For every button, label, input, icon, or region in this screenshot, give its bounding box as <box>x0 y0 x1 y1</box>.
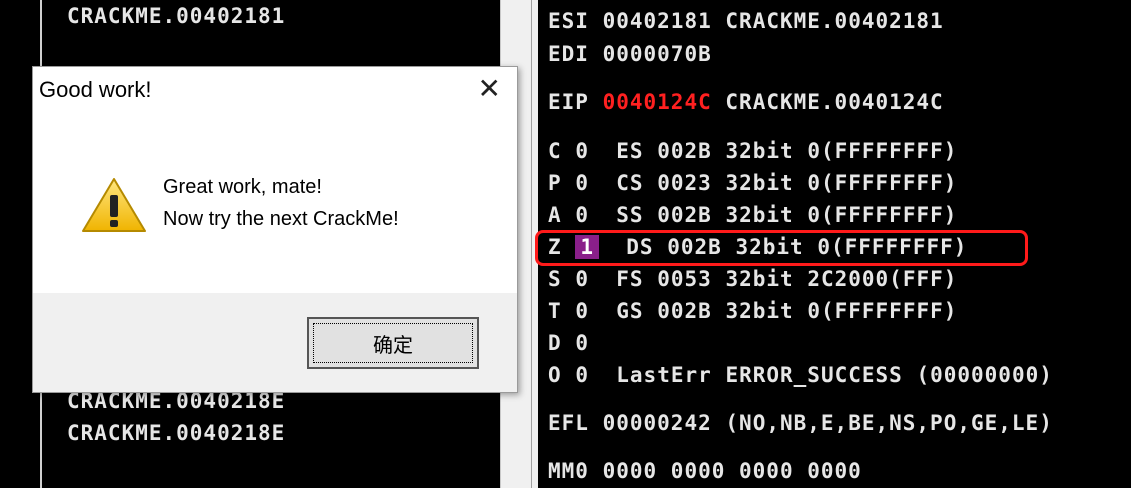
ok-button[interactable]: 确定 <box>307 317 479 369</box>
stack-line: CRACKME.00402181 <box>67 4 286 28</box>
dialog-title: Good work! <box>39 77 152 102</box>
flag-row-a: A 0 SS 002B 32bit 0(FFFFFFFF) <box>548 203 958 227</box>
zero-flag-highlight <box>535 230 1028 266</box>
dialog-message-line1: Great work, mate! <box>163 176 322 198</box>
flag-row-s: S 0 FS 0053 32bit 2C2000(FFF) <box>548 267 958 291</box>
flag-row-t: T 0 GS 002B 32bit 0(FFFFFFFF) <box>548 299 958 323</box>
flag-row-p: P 0 CS 0023 32bit 0(FFFFFFFF) <box>548 171 958 195</box>
stack-line: CRACKME.0040218E <box>67 421 286 445</box>
register-mm0: MM0 0000 0000 0000 0000 <box>548 459 862 483</box>
close-icon[interactable]: ✕ <box>478 75 501 103</box>
flag-row-d: D 0 <box>548 331 589 355</box>
eip-value: 0040124C <box>602 90 712 114</box>
flag-row-o: O 0 LastErr ERROR_SUCCESS (00000000) <box>548 363 1053 387</box>
register-efl: EFL 00000242 (NO,NB,E,BE,NS,PO,GE,LE) <box>548 411 1053 435</box>
flag-row-c: C 0 ES 002B 32bit 0(FFFFFFFF) <box>548 139 958 163</box>
dialog-message-line2: Now try the next CrackMe! <box>163 208 399 230</box>
register-esi: ESI 00402181 CRACKME.00402181 <box>548 9 944 33</box>
register-edi: EDI 0000070B <box>548 42 712 66</box>
register-eip: EIP 0040124C CRACKME.0040124C <box>548 90 944 114</box>
warning-icon <box>82 178 146 232</box>
message-dialog: Good work! ✕ Great work, mate! Now try t… <box>32 66 518 393</box>
dialog-footer: 确定 <box>33 293 517 392</box>
